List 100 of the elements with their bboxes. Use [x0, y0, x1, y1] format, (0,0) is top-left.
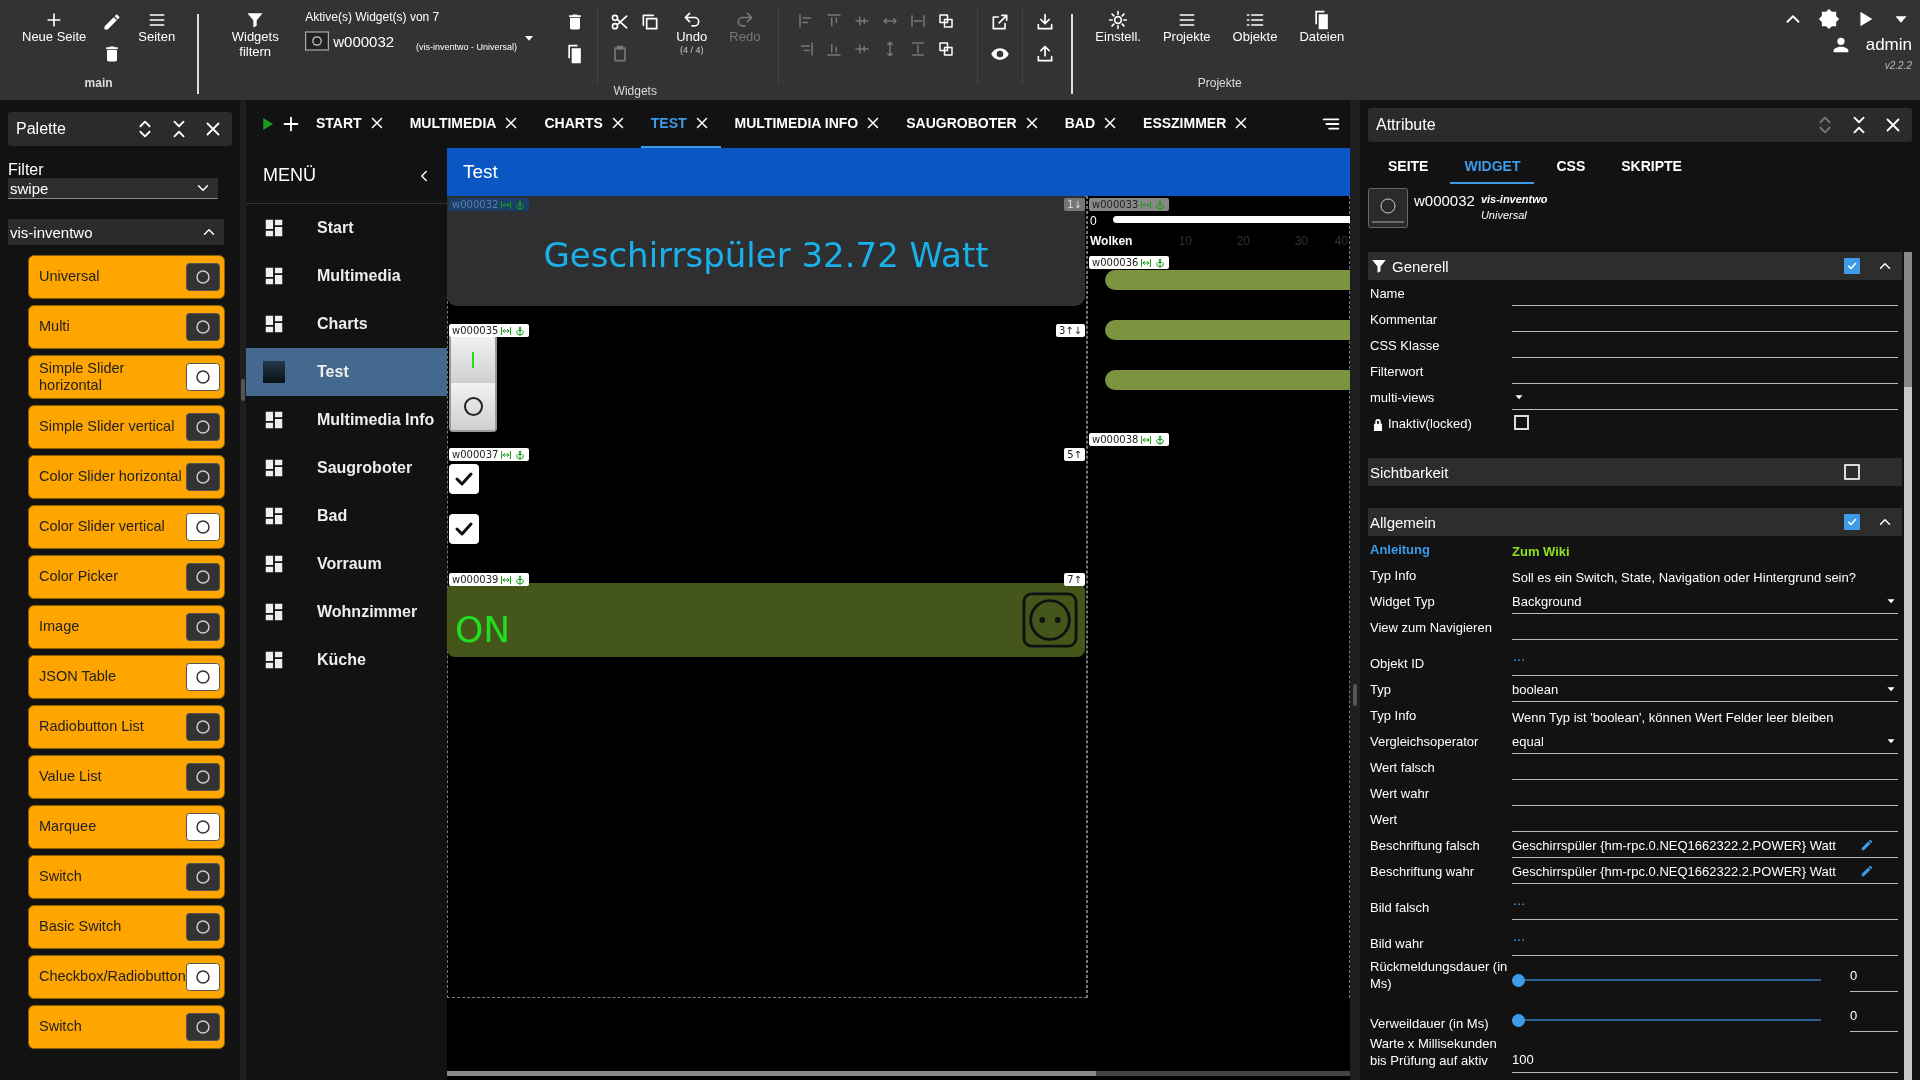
menu-item[interactable]: Bad: [246, 492, 447, 540]
palette-item[interactable]: Simple Slider vertical: [28, 405, 225, 449]
section-header[interactable]: Generell: [1368, 252, 1902, 280]
splitter-handle[interactable]: [241, 379, 245, 401]
active-widget-select[interactable]: w000032 (vis-inventwo - Universal): [305, 30, 556, 56]
width-icon[interactable]: [1140, 433, 1153, 446]
pages-button[interactable]: Seiten: [132, 8, 182, 47]
menu-item[interactable]: Küche: [246, 636, 447, 684]
edit-icon[interactable]: [1860, 864, 1874, 878]
palette-item[interactable]: Switch: [28, 1005, 225, 1049]
select-field[interactable]: Background: [1512, 591, 1898, 614]
palette-item[interactable]: JSON Table: [28, 655, 225, 699]
order-tag[interactable]: 7↑: [1064, 573, 1085, 586]
copy-icon[interactable]: [640, 12, 661, 32]
panel-tab[interactable]: SEITE: [1374, 150, 1443, 184]
palette-item[interactable]: Switch: [28, 855, 225, 899]
menu-item[interactable]: Multimedia: [246, 252, 447, 300]
palette-group-header[interactable]: vis-inventwo: [8, 219, 224, 245]
filter-select[interactable]: swipe: [8, 178, 218, 199]
menu-item[interactable]: Start: [246, 204, 447, 252]
project-button[interactable]: Projekte: [1156, 8, 1217, 47]
palette-item[interactable]: Universal: [28, 255, 225, 299]
select-field[interactable]: boolean: [1512, 679, 1898, 702]
menu-item[interactable]: Vorraum: [246, 540, 447, 588]
view-tab[interactable]: MULTIMEDIA INFO: [724, 100, 893, 148]
view-tab[interactable]: ESSZIMMER: [1133, 100, 1261, 148]
scrollbar-thumb[interactable]: [1904, 252, 1912, 387]
anchor-icon[interactable]: [514, 573, 527, 586]
palette-item[interactable]: Checkbox/Radiobutton: [28, 955, 225, 999]
palette-item[interactable]: Image: [28, 605, 225, 649]
menu-item[interactable]: Test: [246, 348, 447, 396]
view-tab[interactable]: BAD: [1054, 100, 1130, 148]
theme-icon[interactable]: [1818, 8, 1840, 30]
text-field[interactable]: 100: [1512, 1049, 1898, 1073]
menu-item[interactable]: Multimedia Info: [246, 396, 447, 444]
order-tag[interactable]: 5↑: [1064, 448, 1085, 461]
view-tab[interactable]: CHARTS: [534, 100, 637, 148]
view-tab[interactable]: SAUGROBOTER: [896, 100, 1051, 148]
import-icon[interactable]: [1035, 12, 1056, 32]
palette-item[interactable]: Radiobutton List: [28, 705, 225, 749]
new-page-button[interactable]: Neue Seite: [16, 8, 93, 47]
slider-thumb[interactable]: [1512, 1013, 1525, 1027]
wiki-link[interactable]: Zum Wiki: [1512, 544, 1902, 562]
menu-item[interactable]: Saugroboter: [246, 444, 447, 492]
number-field[interactable]: 0: [1850, 968, 1898, 992]
open-external-icon[interactable]: [990, 12, 1011, 32]
section-header[interactable]: Sichtbarkeit: [1368, 458, 1902, 486]
project-button[interactable]: Dateien: [1293, 8, 1351, 47]
checkbox[interactable]: [449, 464, 479, 494]
palette-item[interactable]: Simple Slider horizontal: [28, 355, 225, 399]
export-icon[interactable]: [1035, 44, 1056, 64]
width-icon[interactable]: [500, 324, 513, 337]
width-icon[interactable]: [500, 198, 513, 211]
palette-item[interactable]: Basic Switch: [28, 905, 225, 949]
checkbox[interactable]: [1844, 514, 1860, 530]
widget-tag[interactable]: w000036: [1089, 256, 1170, 269]
scrollbar-thumb[interactable]: [447, 1071, 1096, 1076]
splitter-handle[interactable]: [1353, 684, 1357, 706]
width-icon[interactable]: [500, 573, 513, 586]
filter-widgets-button[interactable]: Widgets filtern: [215, 8, 296, 62]
edit-icon[interactable]: [1860, 838, 1874, 852]
order-tag[interactable]: 3↑↓: [1055, 324, 1085, 337]
widget-tag[interactable]: w000037: [449, 448, 530, 461]
palette-item[interactable]: Color Picker: [28, 555, 225, 599]
slider-thumb[interactable]: [1512, 973, 1525, 987]
widget-tag[interactable]: w000035: [449, 324, 530, 337]
anchor-icon[interactable]: [1154, 433, 1167, 446]
panel-tab[interactable]: CSS: [1542, 150, 1600, 184]
menu-item[interactable]: Wohnzimmer: [246, 588, 447, 636]
state-button[interactable]: ON: [447, 583, 1085, 657]
view-tab[interactable]: MULTIMEDIA: [399, 100, 531, 148]
section-header[interactable]: Allgemein: [1368, 508, 1902, 536]
anchor-icon[interactable]: [514, 448, 527, 461]
palette-item[interactable]: Color Slider vertical: [28, 505, 225, 549]
width-icon[interactable]: [500, 448, 513, 461]
rocker-switch[interactable]: [449, 334, 497, 432]
align-icon[interactable]: [937, 12, 956, 30]
project-button[interactable]: Einstell.: [1089, 8, 1147, 47]
align-icon[interactable]: [937, 40, 956, 58]
undo-button[interactable]: Undo (4 / 4): [670, 8, 714, 58]
panel-tab[interactable]: SKRIPTE: [1607, 150, 1696, 184]
palette-item[interactable]: Marquee: [28, 805, 225, 849]
text-field[interactable]: Geschirrspüler {hm-rpc.0.NEQ1662322.2.POWER} Watt: [1512, 861, 1898, 884]
width-icon[interactable]: [1140, 256, 1153, 269]
palette-item[interactable]: Color Slider horizontal: [28, 455, 225, 499]
widget-tag[interactable]: w000038: [1089, 433, 1170, 446]
checkbox[interactable]: [449, 514, 479, 544]
checkbox[interactable]: [1844, 258, 1860, 274]
anchor-icon[interactable]: [1154, 256, 1167, 269]
panel-tab[interactable]: WIDGET: [1450, 150, 1535, 184]
slider-track[interactable]: [1113, 216, 1350, 223]
widget-tag[interactable]: w000039: [449, 573, 530, 586]
number-field[interactable]: 0: [1850, 1008, 1898, 1032]
view-tab[interactable]: START: [306, 100, 396, 148]
project-button[interactable]: Objekte: [1226, 8, 1284, 47]
anchor-icon[interactable]: [514, 198, 527, 211]
palette-item[interactable]: Value List: [28, 755, 225, 799]
palette-item[interactable]: Multi: [28, 305, 225, 349]
menu-item[interactable]: Charts: [246, 300, 447, 348]
user-name[interactable]: admin: [1865, 35, 1912, 55]
